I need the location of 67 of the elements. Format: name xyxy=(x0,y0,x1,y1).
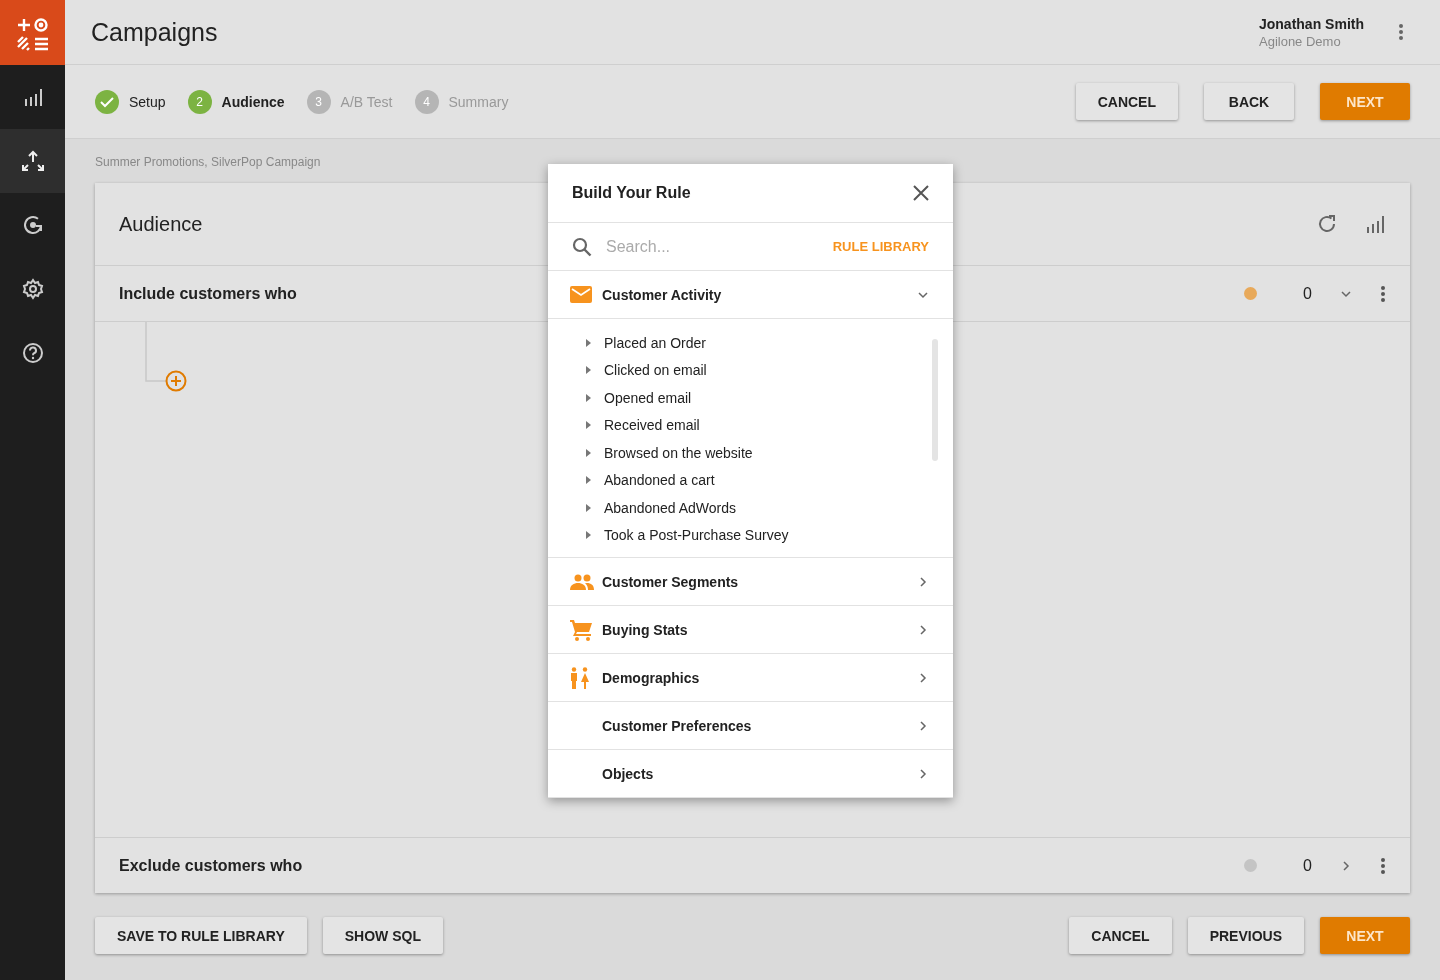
breadcrumb: Summer Promotions, SilverPop Campaign xyxy=(95,155,322,169)
rule-item[interactable]: Browsed on the website xyxy=(548,439,953,467)
section-title: Include customers who xyxy=(119,284,297,303)
triangle-icon xyxy=(586,366,592,375)
people-icon xyxy=(570,573,594,590)
triangle-icon xyxy=(586,448,592,457)
chevron-icon xyxy=(917,767,929,780)
more-options-icon[interactable] xyxy=(1380,284,1386,303)
action-button[interactable]: SHOW SQL xyxy=(322,917,443,954)
action-button[interactable]: PREVIOUS xyxy=(1187,917,1304,954)
category-item[interactable]: Demographics xyxy=(548,654,953,702)
category-item[interactable]: Objects xyxy=(548,750,953,798)
action-button[interactable]: CANCEL xyxy=(1069,917,1172,954)
section-title: Exclude customers who xyxy=(119,856,303,875)
help-icon xyxy=(21,342,44,364)
more-options-icon[interactable] xyxy=(1380,856,1386,875)
action-button[interactable]: CANCEL xyxy=(1075,83,1178,120)
dialog-title: Build Your Rule xyxy=(572,184,691,202)
card-title: Audience xyxy=(119,212,204,236)
rule-item[interactable]: Abandoned AdWords xyxy=(548,494,953,522)
category-item[interactable]: Customer Preferences xyxy=(548,702,953,750)
count: 0 xyxy=(1303,856,1312,875)
rule-item[interactable]: Placed an Order xyxy=(548,329,953,357)
settings-icon xyxy=(21,278,44,300)
triangle-icon xyxy=(586,421,592,430)
user-organization: Agilone Demo xyxy=(1259,33,1342,49)
category-item[interactable]: Customer Activity xyxy=(548,271,953,319)
cart-icon xyxy=(570,618,592,641)
man-and-woman-icon xyxy=(570,666,590,689)
page-title: Campaigns xyxy=(91,17,219,47)
mail-icon xyxy=(570,286,592,303)
action-button[interactable]: SAVE TO RULE LIBRARY xyxy=(95,917,307,954)
rule-item[interactable]: Opened email xyxy=(548,384,953,412)
refresh-icon xyxy=(21,214,44,236)
triangle-icon xyxy=(586,476,592,485)
chevron-icon[interactable] xyxy=(1340,859,1352,872)
chevron-icon xyxy=(917,671,929,684)
user-name: Jonathan Smith xyxy=(1259,15,1364,32)
rule-item[interactable]: Abandoned a cart xyxy=(548,466,953,494)
rule-item[interactable]: Received email xyxy=(548,411,953,439)
action-button[interactable]: BACK xyxy=(1204,83,1294,120)
chevron-icon xyxy=(917,575,929,588)
close-icon[interactable] xyxy=(913,185,929,201)
step-number: 4 xyxy=(414,89,439,114)
triangle-icon xyxy=(586,338,592,347)
bar-chart-icon[interactable] xyxy=(1364,213,1386,235)
step-number: 3 xyxy=(306,89,331,114)
category-item[interactable]: Customer Segments xyxy=(548,558,953,606)
category-item[interactable]: Buying Stats xyxy=(548,606,953,654)
step-label[interactable]: Setup xyxy=(129,93,166,110)
search-icon xyxy=(572,236,592,257)
chevron-icon xyxy=(917,623,929,636)
step-number: 2 xyxy=(187,89,212,114)
chevron-icon xyxy=(917,719,929,732)
count: 0 xyxy=(1303,284,1312,303)
step-label[interactable]: Audience xyxy=(221,93,285,110)
app-logo[interactable] xyxy=(0,0,65,65)
triangle-icon xyxy=(586,531,592,540)
rule-item[interactable]: Clicked on email xyxy=(548,356,953,384)
rule-item[interactable]: Took a Post-Purchase Survey xyxy=(548,521,953,549)
triangle-icon xyxy=(586,393,592,402)
triangle-icon xyxy=(586,503,592,512)
arrows-icon xyxy=(19,150,46,172)
more-options-icon[interactable] xyxy=(1398,23,1404,41)
refresh-icon[interactable] xyxy=(1316,213,1338,235)
scrollbar[interactable] xyxy=(932,339,938,461)
share-nav-button[interactable] xyxy=(0,129,65,193)
